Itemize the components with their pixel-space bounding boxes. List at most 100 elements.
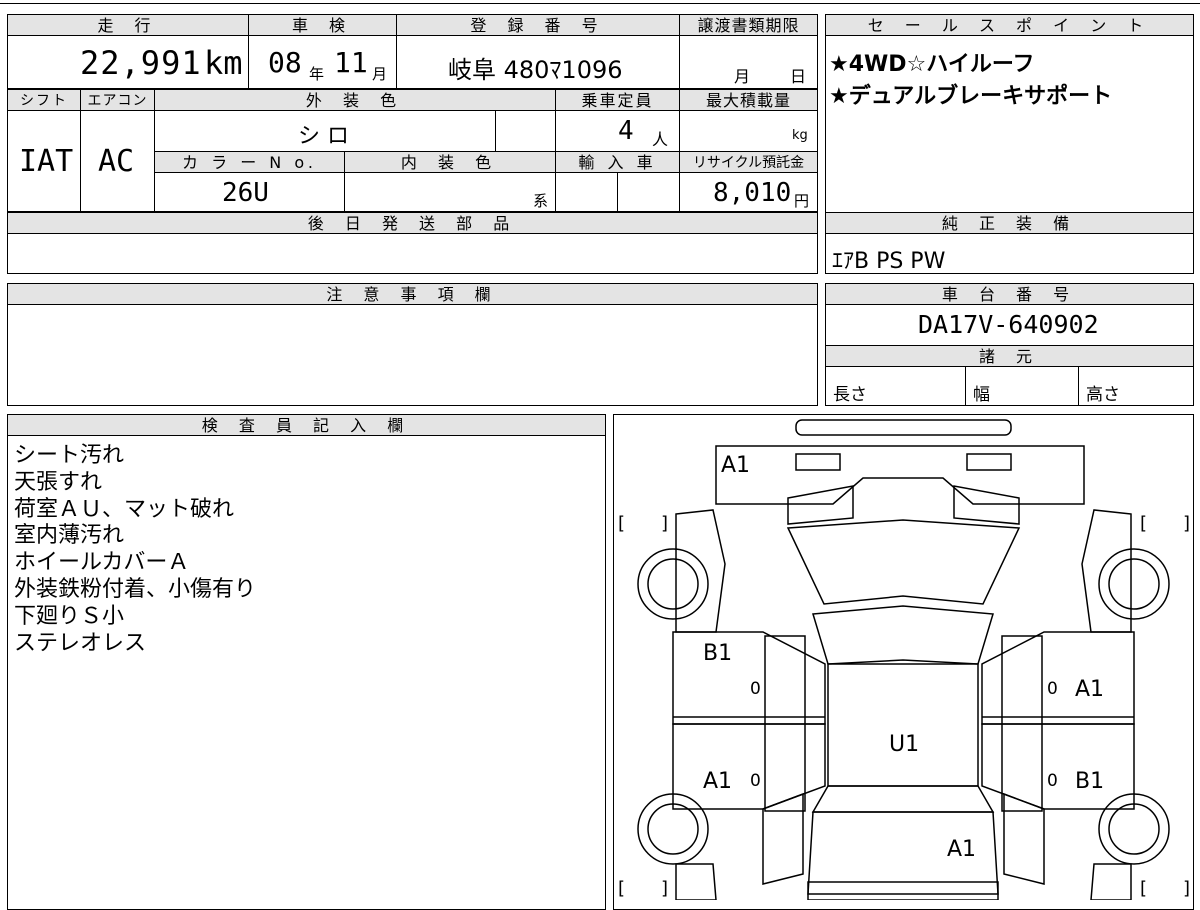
- mark-left-front-b1: B1: [703, 641, 732, 666]
- front-bumper: [715, 445, 1085, 505]
- capacity-value: 4: [618, 116, 634, 146]
- mark-right-rear-0: 0: [1047, 771, 1058, 791]
- rear-quarter-right: [1003, 792, 1045, 885]
- notes-header: 注 意 事 項 欄: [7, 283, 818, 305]
- mirror-right: [953, 485, 1020, 525]
- mirror-left: [787, 485, 854, 525]
- headlight-left: [795, 453, 841, 471]
- rear-bumper: [675, 863, 717, 900]
- wheel-front-right-inner: [1108, 558, 1160, 610]
- bracket-front-left-close: ]: [661, 513, 668, 534]
- mark-roof-u1: U1: [889, 732, 919, 757]
- inspector-note: シート汚れ: [14, 443, 125, 468]
- spec-width-label: 幅: [973, 385, 990, 405]
- capacity-header: 乗車定員: [555, 89, 680, 111]
- sales-point-line: ★デュアルブレーキサポート: [829, 84, 1113, 109]
- import-cell-right: [617, 172, 680, 212]
- recycle-header: リサイクル預託金: [679, 151, 818, 173]
- equipment-value: ｴｱB PS PW: [832, 249, 946, 274]
- windshield: [786, 519, 1021, 605]
- bracket-front-left-open: [: [618, 513, 625, 534]
- exterior-color-extra-cell: [495, 110, 556, 152]
- door-front-right: [981, 631, 1135, 725]
- recycle-unit: 円: [794, 192, 810, 210]
- damage-diagram: A1 B1 0 0 A1 U1 A1 0 0 B1 A1 [ ] [ ] [ ]…: [618, 419, 1190, 900]
- top-strip: [0, 0, 1200, 4]
- inspection-month-unit: 月: [372, 65, 388, 83]
- recycle-value: 8,010: [713, 178, 792, 208]
- rear-quarter-left: [762, 792, 804, 885]
- import-cell-left: [555, 172, 618, 212]
- front-bumper-slot: [795, 419, 1012, 436]
- bracket-front-right-close: ]: [1183, 513, 1190, 534]
- transfer-deadline-header: 譲渡書類期限: [679, 14, 818, 36]
- mark-right-rear-b1: B1: [1075, 769, 1104, 794]
- inspector-notes-list: シート汚れ 天張すれ 荷室ＡＵ、マット破れ 室内薄汚れ ホイールカバーＡ 外装鉄…: [14, 443, 256, 657]
- bracket-rear-left-close: ]: [661, 878, 668, 899]
- specs-header: 諸 元: [825, 345, 1194, 367]
- inspector-note: 外装鉄粉付着、小傷有り: [14, 576, 257, 602]
- bracket-rear-left-open: [: [618, 878, 625, 899]
- door-rear-left: [672, 723, 826, 810]
- sales-point-header: セ ー ル ス ポ イ ン ト: [825, 14, 1194, 36]
- equipment-header: 純 正 装 備: [825, 212, 1194, 234]
- mark-left-front-0: 0: [750, 679, 761, 699]
- mark-right-front-0: 0: [1047, 679, 1058, 699]
- ac-value: AC: [98, 144, 135, 179]
- chassis-value: DA17V-640902: [918, 310, 1099, 339]
- exterior-color-header: 外 装 色: [154, 89, 556, 111]
- bracket-rear-right-close: ]: [1183, 878, 1190, 899]
- wheel-rear-left-inner: [647, 803, 699, 855]
- inspector-note: 下廻りＳ小: [14, 603, 125, 629]
- ac-header: エアコン: [80, 89, 155, 111]
- registration-header: 登 録 番 号: [396, 14, 680, 36]
- body-right-side: [1081, 509, 1132, 633]
- import-header: 輸 入 車: [555, 151, 680, 173]
- mark-left-rear-a1: A1: [703, 769, 732, 794]
- hood: [812, 605, 994, 665]
- inspection-header: 車 検: [248, 14, 397, 36]
- shift-header: シフト: [7, 89, 81, 111]
- roof: [827, 663, 979, 787]
- inspector-note: 室内薄汚れ: [14, 523, 125, 549]
- inspection-year-unit: 年: [309, 65, 325, 83]
- exterior-color-value: シ ロ: [298, 124, 349, 149]
- body-left-side: [675, 509, 726, 633]
- mark-top-a1: A1: [721, 453, 750, 478]
- inspector-note: 天張すれ: [14, 469, 103, 495]
- color-no-header: カ ラ ー N o.: [154, 151, 345, 173]
- inspector-note: ステレオレス: [14, 630, 147, 656]
- shift-value: IAT: [19, 144, 74, 179]
- mark-right-front-a1: A1: [1075, 677, 1104, 702]
- inspector-note: 荷室ＡＵ、マット破れ: [14, 496, 235, 522]
- door-front-left: [672, 631, 826, 725]
- door-rear-right: [981, 723, 1135, 810]
- inspector-note: ホイールカバーＡ: [14, 550, 190, 576]
- rear-bumper-right: [1090, 863, 1132, 900]
- inspector-header: 検 査 員 記 入 欄: [7, 414, 606, 436]
- bracket-rear-right-open: [: [1140, 878, 1147, 899]
- mark-rear-a1: A1: [947, 837, 976, 862]
- later-parts-cell: [7, 233, 818, 274]
- spec-length-label: 長さ: [833, 385, 867, 405]
- sales-point-line: ★4WD☆ハイルーフ: [829, 52, 1035, 77]
- transfer-day-unit: 日: [790, 67, 807, 86]
- registration-value: 岐阜 480ﾏ1096: [448, 56, 623, 84]
- mileage-unit: km: [204, 44, 243, 82]
- inspection-month: 11: [334, 46, 368, 79]
- headlight-right: [966, 453, 1012, 471]
- bracket-front-right-open: [: [1140, 513, 1147, 534]
- interior-color-suffix: 系: [533, 192, 549, 210]
- spec-height-label: 高さ: [1086, 385, 1120, 405]
- color-no-value: 26U: [222, 178, 269, 208]
- later-parts-header: 後 日 発 送 部 品: [7, 212, 818, 234]
- max-load-unit: kg: [792, 128, 808, 143]
- mark-left-rear-0: 0: [750, 771, 761, 791]
- mileage-value: 22,991: [80, 44, 202, 82]
- max-load-header: 最大積載量: [679, 89, 818, 111]
- chassis-header: 車 台 番 号: [825, 283, 1194, 305]
- rear-bumper-center: [807, 881, 999, 900]
- wheel-rear-right-inner: [1108, 803, 1160, 855]
- wheel-front-left-inner: [647, 558, 699, 610]
- mileage-header: 走 行: [7, 14, 249, 36]
